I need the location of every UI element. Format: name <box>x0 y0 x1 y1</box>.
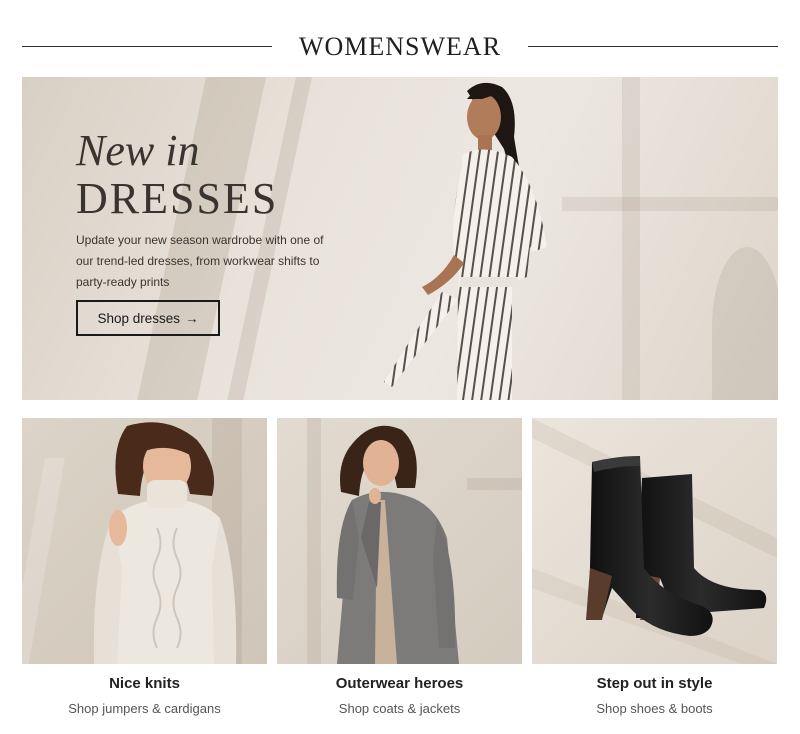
cta-label: Shop dresses <box>97 310 181 326</box>
shop-shoes-link[interactable]: Shop shoes & boots <box>532 701 777 716</box>
hero-description: Update your new season wardrobe with one… <box>76 233 324 289</box>
hero-banner[interactable]: New in DRESSES Update your new season wa… <box>22 77 778 400</box>
knits-image <box>22 418 267 664</box>
arrow-right-icon: → <box>185 310 199 326</box>
hero-headline: DRESSES <box>76 174 279 223</box>
window-shadow <box>622 77 640 400</box>
card-title: Step out in style <box>596 675 713 692</box>
knits-illustration <box>22 418 267 664</box>
card-title: Nice knits <box>109 675 180 692</box>
header-rule-right <box>528 46 778 47</box>
category-card-shoes[interactable]: Step out in style Shop shoes & boots <box>532 418 777 716</box>
window-shadow <box>562 197 778 211</box>
category-card-outerwear[interactable]: Outerwear heroes Shop coats & jackets <box>277 418 522 716</box>
category-card-knits[interactable]: Nice knits Shop jumpers & cardigans <box>22 418 267 716</box>
hero-model-image <box>384 82 547 400</box>
section-title: WOMENSWEAR <box>298 32 502 61</box>
outerwear-illustration <box>277 418 522 664</box>
silhouette-shadow <box>712 247 778 400</box>
section-header: WOMENSWEAR <box>22 28 778 62</box>
shop-jumpers-link[interactable]: Shop jumpers & cardigans <box>22 701 267 716</box>
shop-coats-link[interactable]: Shop coats & jackets <box>277 701 522 716</box>
outerwear-image <box>277 418 522 664</box>
shoes-image <box>532 418 777 664</box>
shop-dresses-button[interactable]: Shop dresses → <box>76 300 220 336</box>
card-title: Outerwear heroes <box>335 675 464 692</box>
hero-kicker: New in <box>76 126 200 175</box>
boots-illustration <box>532 418 777 664</box>
